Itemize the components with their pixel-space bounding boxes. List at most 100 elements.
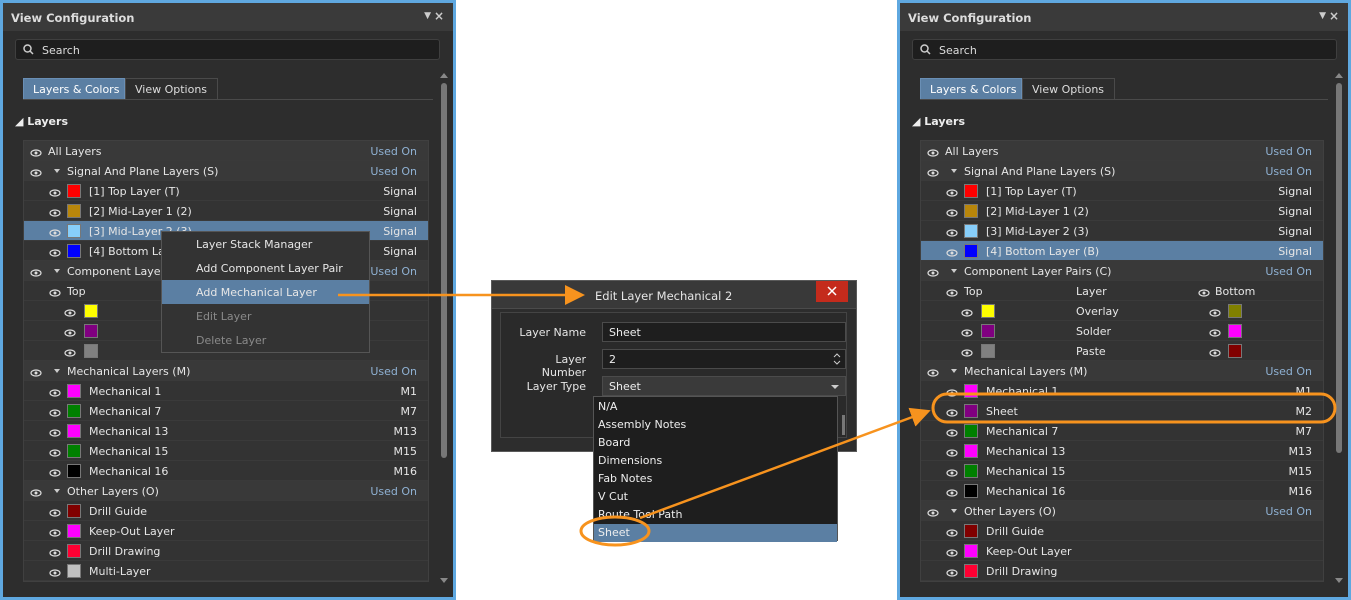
layer-type-select[interactable]: Sheet <box>602 376 846 396</box>
tree-row-keep-out-layer[interactable]: Keep-Out Layer <box>921 541 1323 561</box>
layer-number-stepper[interactable]: 2 <box>602 349 846 369</box>
pin-dropdown-icon[interactable]: ▼ <box>1319 11 1326 21</box>
scroll-thumb[interactable] <box>1336 83 1342 453</box>
tree-row-top[interactable]: Top Layer Bottom <box>921 281 1323 301</box>
tree-row-drill-drawing[interactable]: Drill Drawing <box>921 561 1323 581</box>
layer-color-swatch[interactable] <box>964 204 978 218</box>
used-on-header[interactable]: Used On <box>370 265 417 278</box>
eye-icon[interactable] <box>946 387 958 400</box>
used-on-header[interactable]: Used On <box>370 165 417 178</box>
eye-icon[interactable] <box>49 547 61 560</box>
layer-color-swatch[interactable] <box>84 344 98 358</box>
eye-icon[interactable] <box>946 527 958 540</box>
tree-row-mechanical-7[interactable]: Mechanical 7 M7 <box>921 421 1323 441</box>
expand-triangle-icon[interactable] <box>54 369 60 373</box>
eye-icon[interactable] <box>64 347 76 360</box>
layer-color-swatch[interactable] <box>67 424 81 438</box>
tree-row-mechanical-13[interactable]: Mechanical 13 M13 <box>24 421 428 441</box>
bottom-color-swatch[interactable] <box>1228 304 1242 318</box>
expand-triangle-icon[interactable] <box>54 489 60 493</box>
eye-icon[interactable] <box>946 547 958 560</box>
eye-icon[interactable] <box>946 227 958 240</box>
layer-color-swatch[interactable] <box>964 424 978 438</box>
eye-icon[interactable] <box>1198 287 1210 300</box>
layer-color-swatch[interactable] <box>964 524 978 538</box>
search-input[interactable]: Search <box>15 39 440 60</box>
eye-icon[interactable] <box>30 167 42 180</box>
tree-row-mechanical-layers-m[interactable]: Mechanical Layers (M) Used On <box>921 361 1323 381</box>
used-on-header[interactable]: Used On <box>1265 165 1312 178</box>
tab-layers-colors[interactable]: Layers & Colors <box>920 78 1022 100</box>
option-v-cut[interactable]: V Cut <box>594 488 837 506</box>
tree-row-2-mid-layer-1-2[interactable]: [2] Mid-Layer 1 (2) Signal <box>24 201 428 221</box>
eye-icon[interactable] <box>927 167 939 180</box>
scroll-down-arrow-icon[interactable] <box>440 578 448 583</box>
eye-icon[interactable] <box>927 367 939 380</box>
used-on-header[interactable]: Used On <box>1265 505 1312 518</box>
eye-icon[interactable] <box>946 567 958 580</box>
expand-triangle-icon[interactable] <box>951 169 957 173</box>
eye-icon[interactable] <box>1209 307 1221 320</box>
expand-triangle-icon[interactable] <box>54 269 60 273</box>
eye-icon[interactable] <box>49 387 61 400</box>
layer-color-swatch[interactable] <box>67 564 81 578</box>
dialog-close-button[interactable] <box>816 281 848 302</box>
close-icon[interactable]: × <box>434 9 444 23</box>
tree-row-mechanical-15[interactable]: Mechanical 15 M15 <box>24 441 428 461</box>
eye-icon[interactable] <box>49 187 61 200</box>
layer-color-swatch[interactable] <box>964 444 978 458</box>
tree-row-layer[interactable] <box>921 581 1323 582</box>
eye-icon[interactable] <box>946 247 958 260</box>
eye-icon[interactable] <box>30 487 42 500</box>
tree-row-all-layers[interactable]: All Layers Used On <box>24 141 428 161</box>
layer-color-swatch[interactable] <box>964 564 978 578</box>
option-board[interactable]: Board <box>594 434 837 452</box>
eye-icon[interactable] <box>946 467 958 480</box>
eye-icon[interactable] <box>49 447 61 460</box>
option-route-tool-path[interactable]: Route Tool Path <box>594 506 837 524</box>
used-on-header[interactable]: Used On <box>370 145 417 158</box>
expand-triangle-icon[interactable] <box>951 369 957 373</box>
section-layers[interactable]: ◢ Layers <box>15 115 68 128</box>
dialog-button-edge[interactable] <box>842 415 845 435</box>
tree-row-mechanical-1[interactable]: Mechanical 1 M1 <box>24 381 428 401</box>
tree-row-mechanical-layers-m[interactable]: Mechanical Layers (M) Used On <box>24 361 428 381</box>
layer-color-swatch[interactable] <box>964 404 978 418</box>
layer-color-swatch[interactable] <box>964 464 978 478</box>
spin-arrows-icon[interactable] <box>832 351 842 367</box>
tree-row-all-layers[interactable]: All Layers Used On <box>921 141 1323 161</box>
layer-color-swatch[interactable] <box>67 544 81 558</box>
layer-color-swatch[interactable] <box>67 184 81 198</box>
tree-row-pair[interactable]: Solder <box>921 321 1323 341</box>
eye-icon[interactable] <box>49 427 61 440</box>
top-color-swatch[interactable] <box>981 344 995 358</box>
tree-row-mechanical-15[interactable]: Mechanical 15 M15 <box>921 461 1323 481</box>
scrollbar[interactable] <box>440 73 448 583</box>
used-on-header[interactable]: Used On <box>370 365 417 378</box>
search-input[interactable]: Search <box>912 39 1337 60</box>
expand-triangle-icon[interactable] <box>951 269 957 273</box>
layer-color-swatch[interactable] <box>67 204 81 218</box>
tree-row-keep-out-layer[interactable]: Keep-Out Layer <box>24 521 428 541</box>
eye-icon[interactable] <box>49 407 61 420</box>
tree-row-other-layers-o[interactable]: Other Layers (O) Used On <box>921 501 1323 521</box>
eye-icon[interactable] <box>946 287 958 300</box>
used-on-header[interactable]: Used On <box>370 485 417 498</box>
layer-color-swatch[interactable] <box>84 304 98 318</box>
tree-row-1-top-layer-t[interactable]: [1] Top Layer (T) Signal <box>921 181 1323 201</box>
bottom-color-swatch[interactable] <box>1228 344 1242 358</box>
tree-row-drill-guide[interactable]: Drill Guide <box>24 501 428 521</box>
tree-row-drill-drawing[interactable]: Drill Drawing <box>24 541 428 561</box>
tree-row-multi-layer[interactable]: Multi-Layer <box>24 561 428 581</box>
top-color-swatch[interactable] <box>981 304 995 318</box>
tree-row-2-mid-layer-1-2[interactable]: [2] Mid-Layer 1 (2) Signal <box>921 201 1323 221</box>
eye-icon[interactable] <box>961 327 973 340</box>
tree-row-1-top-layer-t[interactable]: [1] Top Layer (T) Signal <box>24 181 428 201</box>
eye-icon[interactable] <box>49 567 61 580</box>
tree-row-drill-guide[interactable]: Drill Guide <box>921 521 1323 541</box>
layer-color-swatch[interactable] <box>964 544 978 558</box>
tree-row-4-bottom-layer-b[interactable]: [4] Bottom Layer (B) Signal <box>921 241 1323 261</box>
layer-name-field[interactable]: Sheet <box>602 322 846 342</box>
tree-row-sheet[interactable]: Sheet M2 <box>921 401 1323 421</box>
option-n-a[interactable]: N/A <box>594 398 837 416</box>
